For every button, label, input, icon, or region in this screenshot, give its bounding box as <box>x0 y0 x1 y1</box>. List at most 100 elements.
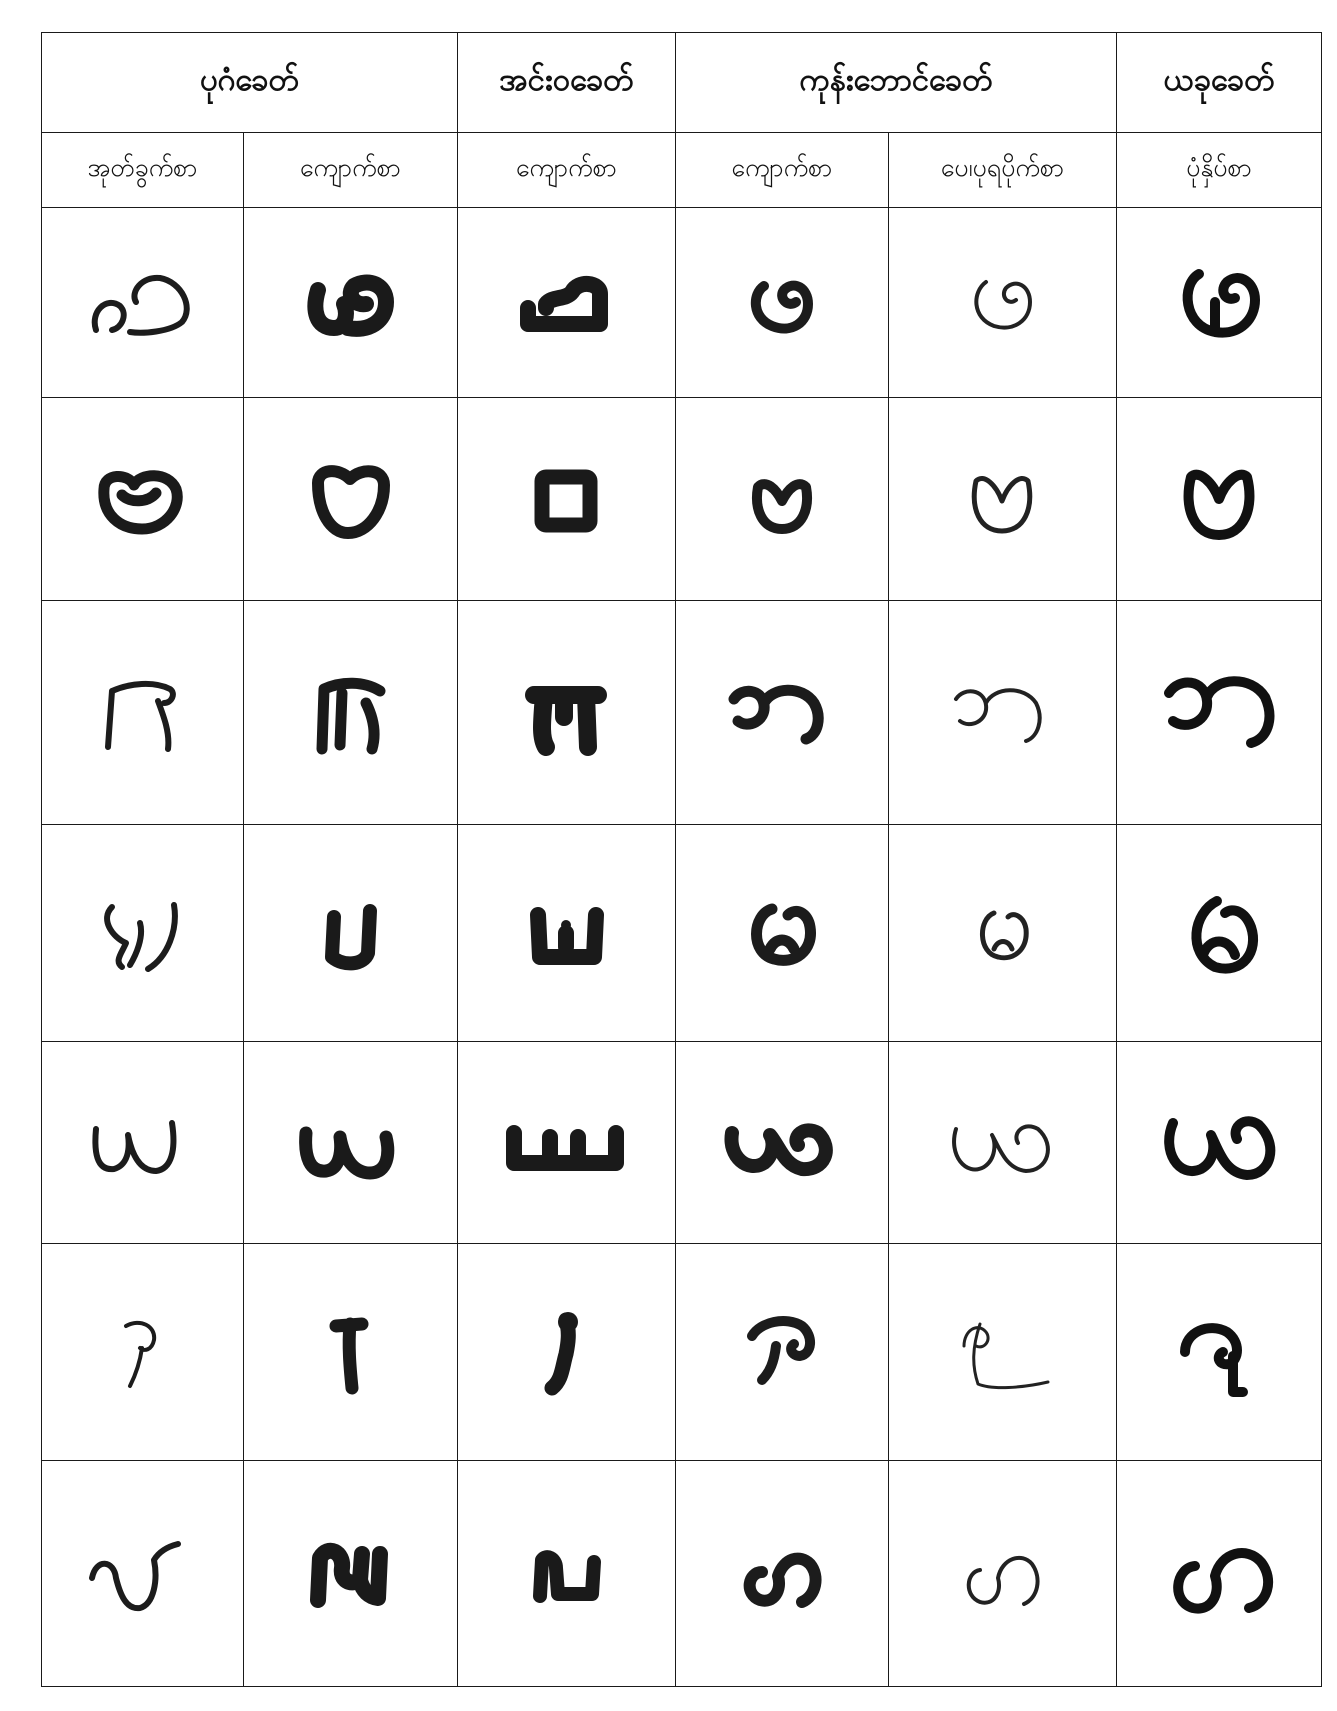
letter-ma-icon <box>1191 896 1259 974</box>
glyph-cell <box>674 1460 889 1687</box>
letter-ra-icon <box>329 1317 369 1395</box>
glyph-cell <box>887 824 1118 1043</box>
letter-ba-icon <box>312 464 391 539</box>
glyph-cell <box>41 1243 244 1462</box>
letter-pha-icon <box>1182 269 1261 338</box>
letter-row-ra <box>41 1243 1322 1462</box>
letter-ma-icon <box>104 902 179 973</box>
letter-ma-icon <box>530 907 605 966</box>
letter-ba-icon <box>98 469 184 535</box>
glyph-cell <box>456 599 676 826</box>
glyph-cell <box>887 1243 1118 1462</box>
era-header-row: ပုဂံခေတ် အင်းဝခေတ် ကုန်းဘောင်ခေတ် ယခုခေတ… <box>41 32 1322 133</box>
glyph-cell <box>887 396 1118 601</box>
letter-ba-icon <box>1183 469 1255 540</box>
letter-ya-icon <box>952 1124 1051 1173</box>
letter-ya-icon <box>1164 1116 1276 1180</box>
letter-ya-icon <box>724 1123 833 1176</box>
letter-ma-icon <box>325 904 378 971</box>
glyph-cell <box>242 824 458 1043</box>
letter-bha-icon <box>954 687 1042 743</box>
letter-ba-icon <box>972 475 1033 534</box>
glyph-cell <box>242 1243 458 1462</box>
glyph-cell <box>1116 1243 1322 1462</box>
letter-row-ya <box>41 1041 1322 1245</box>
glyph-cell <box>887 1041 1118 1245</box>
letter-la-icon <box>967 1555 1041 1606</box>
letter-pha-icon <box>750 281 813 334</box>
letter-pha-icon <box>307 274 395 338</box>
glyph-cell <box>41 1460 244 1687</box>
style-header-row: အုတ်ခွက်စာ ကျောက်စာ ကျောက်စာ ကျောက်စာ ပေ… <box>41 132 1322 208</box>
glyph-cell <box>674 1041 889 1245</box>
style-header-stone-bagan: ကျောက်စာ <box>242 132 458 208</box>
letter-ya-icon <box>506 1124 625 1171</box>
letter-la-icon <box>310 1542 389 1608</box>
glyph-cell <box>242 599 458 826</box>
letter-ra-icon <box>962 1322 1050 1390</box>
letter-row-bha <box>41 599 1322 826</box>
glyph-cell <box>456 824 676 1043</box>
letter-pha-icon <box>974 280 1033 330</box>
letter-ya-icon <box>92 1119 177 1174</box>
letter-bha-icon <box>525 685 608 756</box>
letter-la-icon <box>533 1549 602 1603</box>
letter-pha-icon <box>92 275 191 337</box>
letter-la-icon <box>89 1540 182 1611</box>
letter-ba-icon <box>534 469 598 533</box>
glyph-cell <box>674 1243 889 1462</box>
letter-la-icon <box>1173 1547 1274 1614</box>
letter-bha-icon <box>316 677 386 755</box>
letter-ra-icon <box>544 1312 579 1396</box>
glyph-cell <box>242 207 458 398</box>
glyph-cell <box>242 1460 458 1687</box>
style-header-palm-leaf: ပေ၊ပုရပိုက်စာ <box>887 132 1118 208</box>
glyph-cell <box>1116 396 1322 601</box>
letter-ra-icon <box>1180 1323 1249 1398</box>
letter-ra-icon <box>124 1320 157 1389</box>
letter-bha-icon <box>728 684 824 745</box>
letter-la-icon <box>743 1552 822 1608</box>
glyph-cell <box>456 207 676 398</box>
glyph-cell <box>1116 1041 1322 1245</box>
glyph-cell <box>674 396 889 601</box>
glyph-cell <box>41 1041 244 1245</box>
letter-ma-icon <box>750 903 816 967</box>
glyph-cell <box>1116 207 1322 398</box>
letter-bha-icon <box>105 680 177 752</box>
style-header-print: ပုံနှိပ်စာ <box>1116 132 1322 208</box>
glyph-cell <box>887 1460 1118 1687</box>
letter-ya-icon <box>299 1126 395 1180</box>
letter-ba-icon <box>751 478 812 534</box>
glyph-cell <box>456 1243 676 1462</box>
letter-bha-icon <box>1164 675 1275 748</box>
glyph-cell <box>41 396 244 601</box>
letter-row-pha <box>41 207 1322 398</box>
style-header-stone-inwa: ကျောက်စာ <box>456 132 676 208</box>
letter-row-la <box>41 1460 1322 1687</box>
glyph-cell <box>456 1041 676 1245</box>
era-header-bagan: ပုဂံခေတ် <box>41 32 458 133</box>
glyph-cell <box>1116 824 1322 1043</box>
style-header-brick: အုတ်ခွက်စာ <box>41 132 244 208</box>
glyph-cell <box>1116 599 1322 826</box>
letter-row-ma <box>41 824 1322 1043</box>
era-header-inwa: အင်းဝခေတ် <box>456 32 676 133</box>
glyph-cell <box>674 824 889 1043</box>
letter-row-ba <box>41 396 1322 601</box>
era-header-konbaung: ကုန်းဘောင်ခေတ် <box>674 32 1118 133</box>
glyph-cell <box>456 1460 676 1687</box>
glyph-cell <box>887 207 1118 398</box>
script-evolution-table: ပုဂံခေတ် အင်းဝခေတ် ကုန်းဘောင်ခေတ် ယခုခေတ… <box>41 32 1322 1687</box>
glyph-cell <box>456 396 676 601</box>
glyph-cell <box>41 599 244 826</box>
glyph-cell <box>242 1041 458 1245</box>
letter-pha-icon <box>520 276 609 333</box>
glyph-cell <box>674 599 889 826</box>
glyph-cell <box>242 396 458 601</box>
era-header-modern: ယခုခေတ် <box>1116 32 1322 133</box>
glyph-cell <box>1116 1460 1322 1687</box>
glyph-cell <box>887 599 1118 826</box>
letter-ra-icon <box>746 1316 815 1386</box>
glyph-cell <box>41 207 244 398</box>
